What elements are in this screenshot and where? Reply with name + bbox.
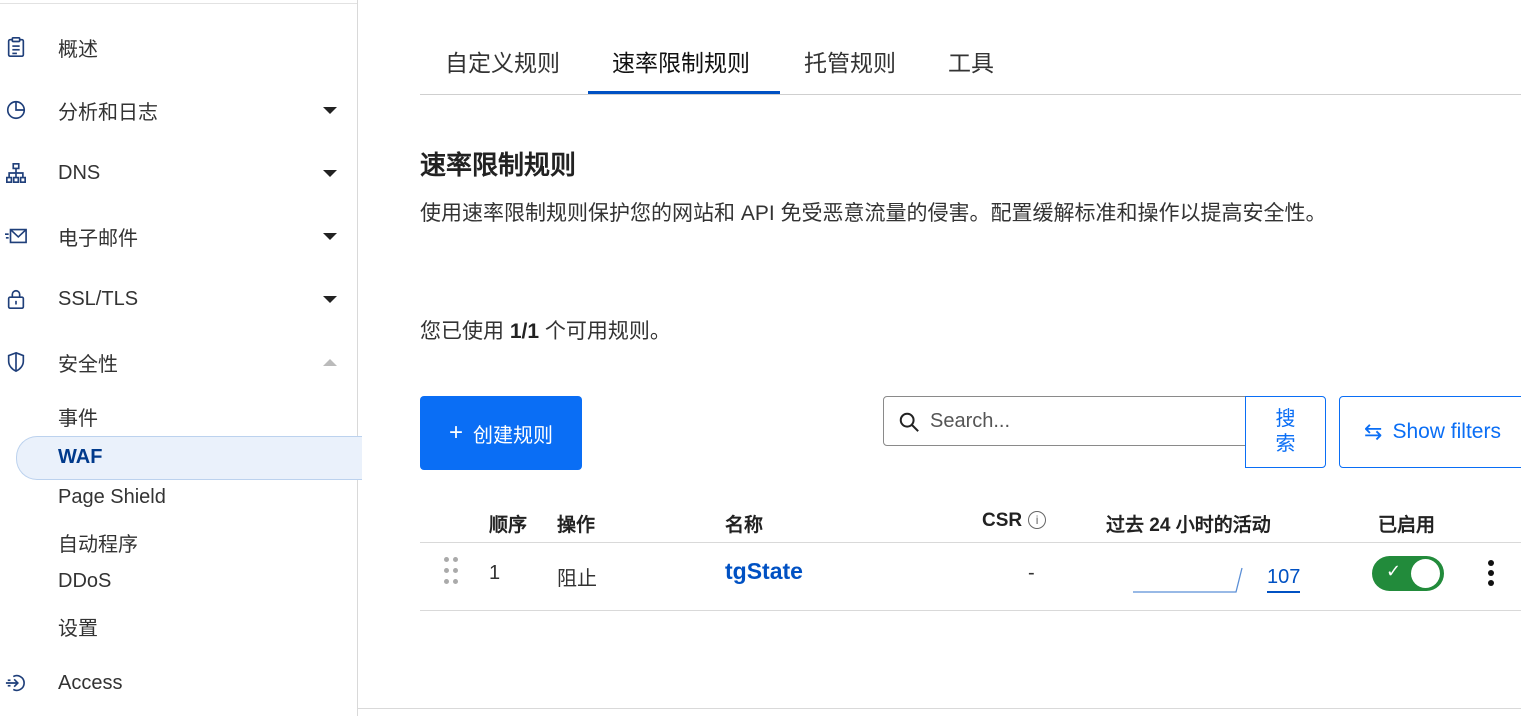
sidebar: 概述 分析和日志 DNS 电子邮件 SSL/TLS 安全性 事件 WAF Pag…	[0, 0, 362, 716]
page-description: 使用速率限制规则保护您的网站和 API 免受恶意流量的侵害。配置缓解标准和操作以…	[420, 202, 1327, 225]
sidebar-item-overview[interactable]: 概述	[0, 25, 357, 69]
rule-usage-text: 您已使用 1/1 个可用规则。	[420, 315, 671, 345]
sidebar-subitem-waf[interactable]: WAF	[16, 436, 362, 480]
sidebar-item-label: 安全性	[58, 353, 118, 376]
chevron-down-icon[interactable]	[323, 106, 337, 114]
chevron-down-icon[interactable]	[323, 169, 337, 177]
rule-enabled-toggle[interactable]: ✓	[1372, 556, 1444, 591]
sidebar-item-label: 电子邮件	[58, 227, 138, 250]
check-icon: ✓	[1386, 561, 1402, 581]
chevron-up-icon[interactable]	[323, 358, 337, 366]
column-header-csr: CSR i	[982, 510, 1047, 532]
toggle-knob	[1411, 559, 1440, 588]
clipboard-icon	[4, 35, 28, 59]
info-icon[interactable]: i	[1028, 511, 1047, 529]
sidebar-item-label: DNS	[58, 161, 101, 184]
tab-managed-rules[interactable]: 托管规则	[804, 44, 896, 78]
column-header-enabled: 已启用	[1378, 515, 1436, 536]
sidebar-subitem-ddos[interactable]: DDoS	[58, 570, 111, 593]
column-header-action: 操作	[557, 515, 596, 536]
chevron-down-icon[interactable]	[323, 295, 337, 303]
tab-custom-rules[interactable]: 自定义规则	[445, 44, 560, 78]
rule-action: 阻止	[557, 568, 597, 590]
rule-order: 1	[489, 562, 501, 584]
pie-chart-icon	[4, 98, 28, 122]
shield-icon	[4, 350, 28, 374]
search-field[interactable]	[883, 396, 1247, 446]
create-rule-label: 创建规则	[473, 424, 553, 447]
tab-rate-limit-rules[interactable]: 速率限制规则	[612, 44, 750, 78]
search-input[interactable]	[928, 405, 1232, 437]
sidebar-item-access[interactable]: Access	[0, 661, 357, 705]
sidebar-item-label: 概述	[58, 38, 98, 61]
table-row-divider	[420, 610, 1521, 611]
sidebar-item-dns[interactable]: DNS	[0, 151, 357, 195]
csr-label: CSR	[982, 510, 1023, 531]
sidebar-item-analytics[interactable]: 分析和日志	[0, 88, 357, 132]
search-icon	[899, 412, 919, 432]
tab-tools[interactable]: 工具	[948, 44, 994, 78]
sidebar-item-label: Access	[58, 671, 123, 694]
drag-handle-icon[interactable]	[442, 557, 462, 589]
plus-icon: +	[448, 419, 463, 446]
create-rule-button[interactable]: + 创建规则	[420, 396, 582, 470]
sidebar-subitem-events[interactable]: 事件	[58, 402, 98, 431]
rule-csr: -	[1028, 562, 1035, 584]
chevron-down-icon[interactable]	[323, 232, 337, 240]
sidebar-top-divider	[0, 3, 357, 4]
sidebar-item-security[interactable]: 安全性	[0, 340, 357, 384]
column-header-activity: 过去 24 小时的活动	[1106, 515, 1271, 536]
usage-suffix: 个可用规则。	[544, 320, 671, 343]
search-button[interactable]: 搜索	[1245, 396, 1326, 468]
sidebar-item-ssl-tls[interactable]: SSL/TLS	[0, 277, 357, 321]
lock-icon	[4, 287, 28, 311]
sidebar-item-email[interactable]: 电子邮件	[0, 214, 357, 258]
activity-sparkline	[1133, 567, 1243, 593]
sidebar-subitem-label: WAF	[58, 446, 103, 468]
show-filters-label: Show filters	[1392, 420, 1501, 443]
usage-count: 1/1	[509, 320, 540, 343]
envelope-icon	[4, 224, 28, 248]
sidebar-subitem-bots[interactable]: 自动程序	[58, 528, 138, 557]
more-options-icon[interactable]	[1484, 558, 1498, 588]
sitemap-icon	[4, 161, 28, 185]
usage-prefix: 您已使用	[420, 320, 504, 343]
page-title: 速率限制规则	[420, 150, 577, 180]
content-bottom-divider	[357, 708, 1521, 709]
sidebar-subitem-settings[interactable]: 设置	[58, 612, 98, 641]
show-filters-button[interactable]: ⇆ Show filters	[1339, 396, 1521, 468]
swap-arrows-icon: ⇆	[1364, 419, 1383, 444]
column-header-order: 顺序	[489, 515, 528, 536]
column-header-name: 名称	[725, 515, 764, 536]
table-header-divider	[420, 542, 1521, 543]
sign-in-icon	[4, 671, 28, 695]
sidebar-item-label: SSL/TLS	[58, 287, 139, 310]
rule-name-link[interactable]: tgState	[725, 558, 803, 585]
active-tab-indicator	[588, 91, 780, 94]
sidebar-item-label: 分析和日志	[58, 101, 158, 124]
sidebar-subitem-page-shield[interactable]: Page Shield	[58, 486, 166, 509]
activity-count-link[interactable]: 107	[1267, 566, 1301, 593]
tab-bar: 自定义规则 速率限制规则 托管规则 工具	[420, 30, 1521, 95]
